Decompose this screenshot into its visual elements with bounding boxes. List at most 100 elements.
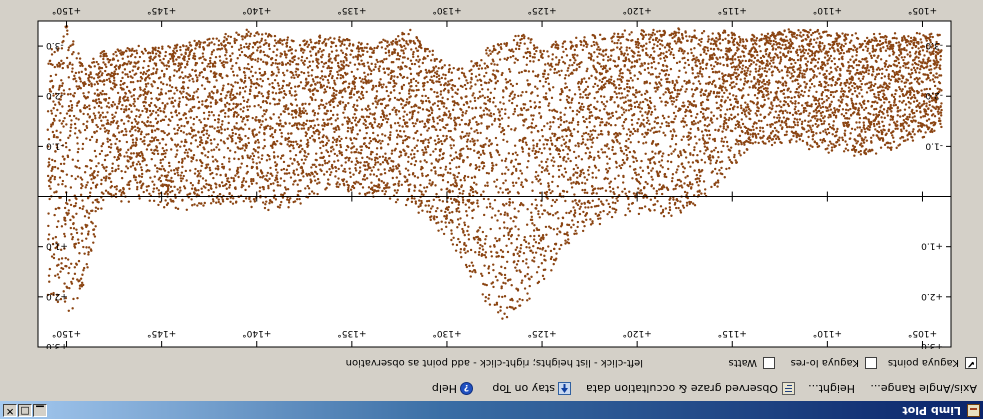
kaguya-point (904, 41, 908, 44)
kaguya-point (658, 170, 662, 174)
kaguya-point (798, 112, 801, 116)
kaguya-point (522, 106, 526, 110)
kaguya-point (567, 238, 570, 241)
kaguya-point (492, 285, 495, 289)
kaguya-point (813, 85, 816, 88)
maximize-icon[interactable]: □ (18, 404, 32, 417)
kaguya-point (792, 134, 795, 138)
kaguya-point (471, 94, 474, 97)
kaguya-point (847, 66, 850, 69)
kaguya-point (602, 58, 605, 62)
kaguya-lores-checkbox[interactable] (865, 357, 877, 369)
kaguya-point (839, 46, 842, 50)
kaguya-point (474, 251, 477, 254)
kaguya-point (722, 122, 726, 126)
kaguya-point (733, 155, 736, 159)
kaguya-point (755, 114, 759, 117)
kaguya-point (703, 142, 706, 145)
kaguya-point (683, 190, 687, 194)
kaguya-point (662, 131, 665, 135)
kaguya-point (667, 153, 670, 157)
kaguya-point (478, 73, 481, 77)
kaguya-point (781, 43, 784, 47)
kaguya-point (921, 136, 924, 139)
kaguya-point (562, 175, 566, 178)
kaguya-point (911, 116, 914, 119)
kaguya-point (690, 186, 693, 189)
limb-profile-chart[interactable]: +105°+105°+110°+110°+115°+115°+120°+120°… (0, 3, 983, 349)
limb-plot-panel[interactable]: +105° +105° +110° +110° +115° +115° +120° +120°… (0, 3, 983, 349)
kaguya-point (476, 205, 480, 208)
kaguya-point (483, 96, 487, 99)
kaguya-point (765, 52, 768, 56)
kaguya-point (866, 49, 869, 53)
kaguya-point (883, 101, 886, 104)
kaguya-point (566, 152, 569, 156)
kaguya-point (616, 105, 620, 108)
title-bar[interactable]: Limb Plot ▁ □ ✕ (0, 401, 983, 419)
kaguya-point (809, 119, 812, 122)
kaguya-point (772, 39, 775, 43)
kaguya-point (845, 50, 849, 53)
help-button[interactable]: Help (432, 381, 457, 395)
kaguya-point (622, 152, 626, 155)
kaguya-point (905, 44, 909, 47)
limb-plot-app-icon (967, 404, 980, 417)
kaguya-point (631, 79, 634, 82)
stay-on-top-button[interactable]: stay on Top (492, 381, 555, 395)
watts-checkbox[interactable] (763, 357, 775, 369)
kaguya-point (490, 282, 493, 285)
kaguya-point (907, 72, 911, 76)
kaguya-point (653, 196, 657, 200)
kaguya-point (539, 253, 543, 256)
kaguya-point (640, 32, 643, 36)
kaguya-point (935, 72, 938, 75)
kaguya-point (611, 145, 614, 149)
kaguya-point (741, 59, 744, 62)
kaguya-point (547, 172, 551, 176)
kaguya-point (841, 108, 845, 111)
kaguya-point (491, 161, 494, 165)
kaguya-point (619, 72, 622, 75)
kaguya-point (699, 90, 702, 94)
kaguya-point (564, 106, 567, 110)
kaguya-point (590, 184, 594, 188)
kaguya-point (665, 43, 669, 47)
kaguya-point (531, 259, 534, 262)
close-icon[interactable]: ✕ (3, 404, 17, 417)
kaguya-point (471, 190, 475, 194)
kaguya-point (828, 113, 831, 117)
kaguya-point (650, 184, 653, 188)
kaguya-point (530, 131, 533, 134)
axis-range-button[interactable]: Axis/Angle Range... (870, 381, 977, 395)
kaguya-point (810, 128, 813, 131)
kaguya-point (633, 65, 636, 68)
minimize-icon[interactable]: ▁ (33, 404, 47, 417)
kaguya-point (575, 164, 578, 167)
kaguya-point (720, 137, 724, 140)
kaguya-point (589, 223, 593, 226)
kaguya-point (547, 184, 551, 187)
height-button[interactable]: Height... (808, 381, 855, 395)
kaguya-point (469, 185, 473, 189)
kaguya-point (845, 102, 848, 106)
kaguya-point (509, 82, 513, 86)
observed-data-icon[interactable] (782, 382, 795, 395)
kaguya-point (645, 89, 648, 93)
kaguya-points-checkbox[interactable]: ✔ (965, 357, 977, 369)
kaguya-point (537, 265, 540, 269)
kaguya-point (697, 75, 700, 78)
observed-data-button[interactable]: Observed graze & occultation data (586, 381, 778, 395)
kaguya-point (526, 166, 529, 169)
kaguya-point (492, 44, 495, 48)
kaguya-point (902, 64, 905, 68)
kaguya-point (553, 160, 556, 163)
kaguya-point (896, 114, 899, 117)
help-icon[interactable]: ? (460, 382, 473, 395)
kaguya-point (873, 95, 876, 98)
pin-icon[interactable] (558, 382, 571, 395)
kaguya-point (767, 140, 771, 143)
kaguya-point (513, 207, 516, 210)
kaguya-point (667, 115, 670, 119)
kaguya-point (664, 104, 667, 107)
